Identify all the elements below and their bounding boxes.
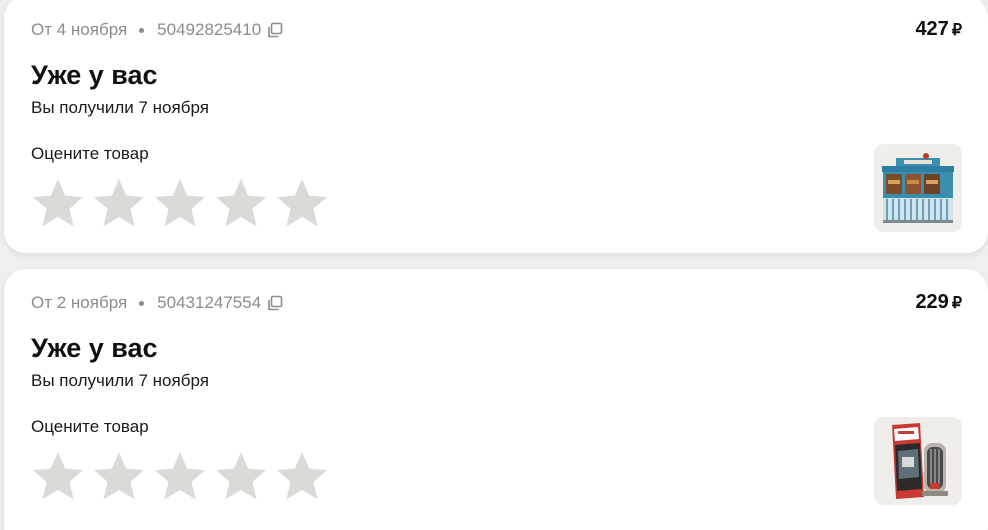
product-thumbnail[interactable]: [874, 144, 962, 232]
kiosk-model-image: [874, 144, 962, 232]
star-2-icon[interactable]: [91, 449, 147, 505]
order-card[interactable]: От 4 ноября 50492825410 427 ₽ Уже у вас В…: [4, 0, 988, 253]
order-date: От 2 ноября: [31, 293, 128, 312]
star-2-icon[interactable]: [91, 176, 147, 232]
separator-dot: [139, 27, 145, 33]
rate-product-label: Оцените товар: [31, 144, 149, 163]
received-date: Вы получили 7 ноября: [31, 371, 209, 390]
order-price: 427 ₽: [915, 18, 962, 41]
order-card[interactable]: От 2 ноября 50431247554 229 ₽ Уже у вас В…: [4, 269, 988, 530]
order-number: 50492825410: [157, 20, 262, 39]
rating-stars: [30, 449, 335, 505]
separator-dot: [139, 300, 145, 306]
star-1-icon[interactable]: [30, 449, 86, 505]
star-5-icon[interactable]: [274, 176, 330, 232]
price-value: 229: [915, 291, 949, 313]
product-thumbnail[interactable]: [874, 417, 962, 505]
star-4-icon[interactable]: [213, 449, 269, 505]
order-status: Уже у вас: [31, 333, 158, 363]
currency-sign: ₽: [951, 295, 962, 312]
rating-stars: [30, 176, 335, 232]
received-date: Вы получили 7 ноября: [31, 98, 209, 117]
star-1-icon[interactable]: [30, 176, 86, 232]
star-3-icon[interactable]: [152, 449, 208, 505]
price-value: 427: [915, 18, 949, 40]
currency-sign: ₽: [951, 22, 962, 39]
copy-icon[interactable]: [266, 294, 284, 312]
star-4-icon[interactable]: [213, 176, 269, 232]
star-5-icon[interactable]: [274, 449, 330, 505]
orders-list: От 4 ноября 50492825410 427 ₽ Уже у вас В…: [0, 0, 988, 530]
order-meta: От 4 ноября 50492825410: [31, 20, 284, 40]
star-3-icon[interactable]: [152, 176, 208, 232]
order-status: Уже у вас: [31, 60, 158, 90]
order-price: 229 ₽: [915, 291, 962, 314]
copy-icon[interactable]: [266, 21, 284, 39]
order-number: 50431247554: [157, 293, 262, 312]
package-image: [874, 417, 962, 505]
order-meta: От 2 ноября 50431247554: [31, 293, 284, 313]
rate-product-label: Оцените товар: [31, 417, 149, 436]
order-date: От 4 ноября: [31, 20, 128, 39]
